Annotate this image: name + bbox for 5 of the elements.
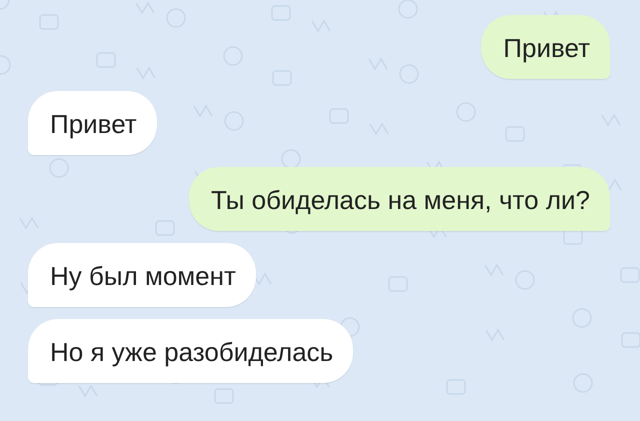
message-bubble: Привет: [28, 91, 157, 155]
message-bubble: Ну был момент: [28, 243, 256, 307]
message-bubble: Ты обиделась на меня, что ли?: [189, 167, 610, 231]
message-bubble: Привет: [481, 15, 610, 79]
message-bubble: Но я уже разобиделась: [28, 319, 354, 383]
